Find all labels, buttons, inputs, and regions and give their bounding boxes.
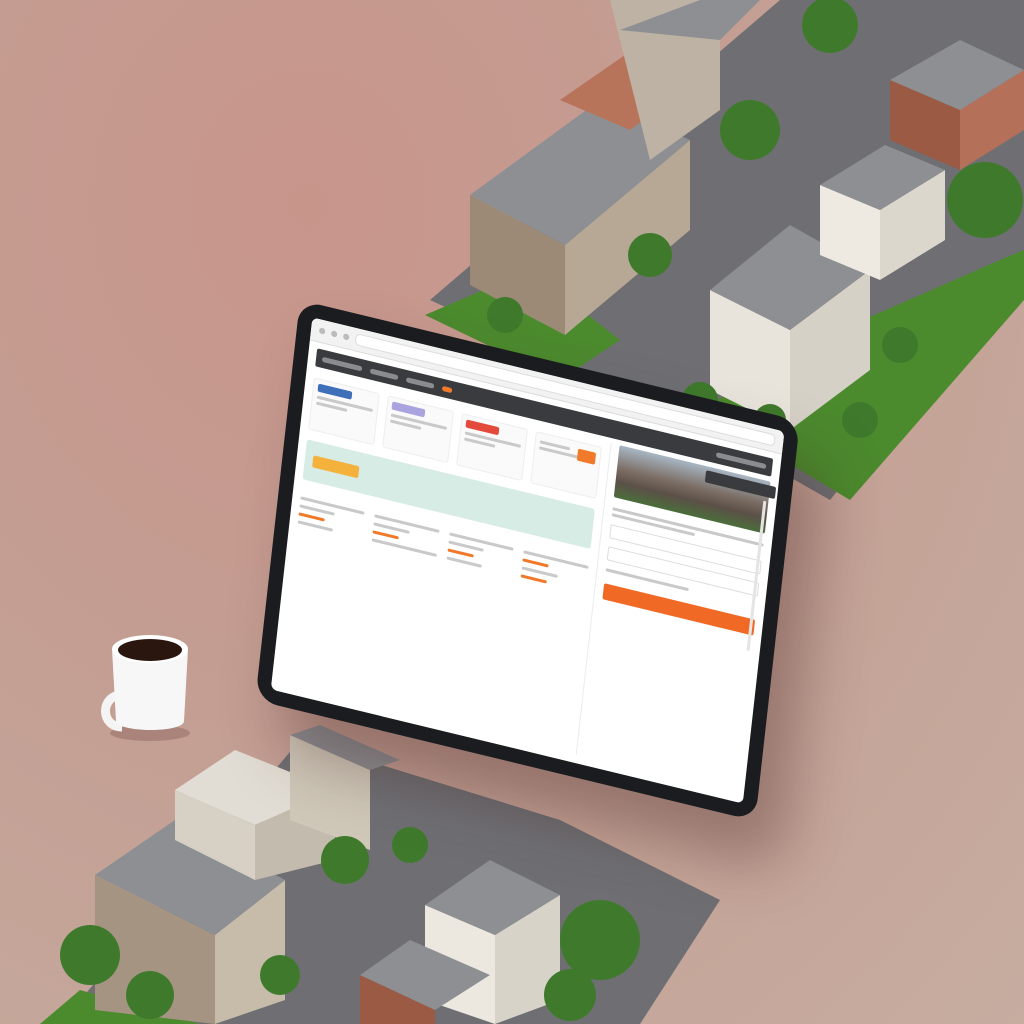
price-tag[interactable]: [576, 448, 596, 465]
price-line: [447, 548, 474, 558]
notification-badge: [441, 385, 453, 393]
window-control-icon[interactable]: [330, 330, 338, 338]
property-detail-pane: [575, 442, 777, 794]
text-line: [297, 520, 334, 532]
contact-button[interactable]: [601, 583, 756, 636]
text-line: [523, 550, 589, 569]
filter-tile[interactable]: [382, 395, 454, 464]
scene: [0, 0, 1024, 1024]
text-line: [446, 556, 483, 568]
nav-item[interactable]: [405, 376, 435, 389]
tree-icon: [487, 297, 523, 333]
tree-icon: [321, 836, 369, 884]
primary-action-button[interactable]: [312, 455, 360, 479]
listing-column: [297, 491, 366, 544]
tree-icon: [126, 971, 174, 1019]
window-control-icon[interactable]: [342, 333, 350, 341]
filter-tile[interactable]: [308, 377, 380, 446]
tree-icon: [842, 402, 878, 438]
filter-tile[interactable]: [529, 430, 602, 499]
tree-icon: [882, 327, 918, 363]
price-line: [298, 512, 325, 522]
tree-icon: [947, 162, 1023, 238]
listing-column: [446, 527, 515, 580]
tree-icon: [560, 900, 640, 980]
tree-icon: [392, 827, 428, 863]
price-line: [520, 574, 547, 584]
tree-icon: [720, 100, 780, 160]
nav-item[interactable]: [321, 356, 363, 371]
price-line: [372, 530, 399, 540]
price-line: [522, 558, 549, 568]
listing-column: [520, 545, 589, 598]
window-control-icon[interactable]: [318, 327, 326, 335]
tree-icon: [60, 925, 120, 985]
account-menu[interactable]: [715, 451, 767, 469]
tree-icon: [628, 233, 672, 277]
filter-tile[interactable]: [455, 413, 528, 482]
listing-column: [371, 509, 440, 562]
tree-icon: [544, 969, 596, 1021]
coffee-mug-icon: [101, 635, 190, 741]
tree-icon: [260, 955, 300, 995]
listings-pane: [280, 371, 603, 753]
nav-item[interactable]: [369, 367, 399, 380]
text-line: [371, 538, 437, 557]
